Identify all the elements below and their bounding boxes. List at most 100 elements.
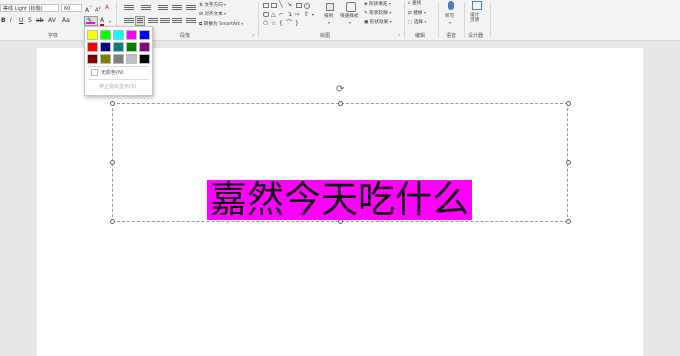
color-swatch[interactable] xyxy=(100,42,111,52)
textbox-shape-icon[interactable] xyxy=(263,3,269,8)
arrange-dropdown-icon: ▾ xyxy=(328,20,331,25)
smartart-button[interactable]: ⧉ 转换为 SmartArt ▾ xyxy=(199,21,243,28)
line-shape-icon[interactable]: ╲ xyxy=(279,1,283,9)
color-swatch[interactable] xyxy=(126,54,137,64)
resize-handle-top-left[interactable] xyxy=(110,101,115,106)
arrange-button[interactable]: 排列 ▾ xyxy=(323,2,339,32)
align-right-icon[interactable] xyxy=(148,18,158,25)
search-icon: ⌕ xyxy=(408,1,411,6)
increase-indent-icon[interactable] xyxy=(172,5,182,12)
font-size-combo[interactable]: 60 xyxy=(61,4,82,12)
resize-handle-top-right[interactable] xyxy=(566,101,571,106)
line-spacing-icon[interactable] xyxy=(186,5,196,12)
brace-right-shape-icon[interactable]: } xyxy=(295,20,299,28)
dictate-button[interactable]: 听写 ▾ xyxy=(444,1,460,29)
color-swatch[interactable] xyxy=(139,30,150,40)
square-shape-icon[interactable] xyxy=(296,3,302,8)
curve-shape-icon[interactable]: ⌒ xyxy=(286,20,292,28)
color-swatch[interactable] xyxy=(87,42,98,52)
effects-icon: ▣ xyxy=(364,20,369,25)
edit-group-label: 编辑 xyxy=(415,33,426,39)
align-text-button[interactable]: ⊟ 对齐文本 ▾ xyxy=(199,11,226,18)
grow-font-icon[interactable]: A^ xyxy=(85,4,92,15)
designer-button[interactable]: 设计 灵感 xyxy=(468,1,486,29)
dictate-dropdown-icon: ▾ xyxy=(449,20,452,25)
rotate-handle-icon[interactable]: ⟳ xyxy=(336,85,344,95)
quick-styles-button[interactable]: 快速样式 ▾ xyxy=(340,2,362,32)
select-label: 选择 xyxy=(413,20,424,25)
color-swatch[interactable] xyxy=(87,30,98,40)
highlight-color-bar xyxy=(86,22,95,24)
distributed-icon[interactable] xyxy=(172,18,182,25)
find-button[interactable]: ⌕ 查找 xyxy=(408,1,421,7)
highlight-button[interactable]: ✎ xyxy=(84,16,98,26)
resize-handle-bottom-right[interactable] xyxy=(566,219,571,224)
decrease-indent-icon[interactable] xyxy=(158,5,168,12)
color-swatch[interactable] xyxy=(113,30,124,40)
spacing-icon[interactable]: AV xyxy=(48,17,56,25)
more-shapes-icon[interactable]: ▾ xyxy=(312,11,314,19)
font-color-dropdown-icon[interactable]: ▾ xyxy=(109,18,111,26)
resize-handle-left[interactable] xyxy=(110,160,115,165)
justify-icon[interactable] xyxy=(160,18,170,25)
divider xyxy=(88,79,149,80)
select-icon: ⬚ xyxy=(408,20,413,25)
numbering-icon[interactable] xyxy=(141,5,151,12)
color-swatch[interactable] xyxy=(113,54,124,64)
color-swatch[interactable] xyxy=(113,42,124,52)
triangle-shape-icon[interactable]: △ xyxy=(271,11,276,19)
paragraph-group-label: 段落 xyxy=(180,33,191,39)
no-color-option[interactable]: 无颜色(N) xyxy=(91,69,124,76)
bold-icon[interactable]: B xyxy=(1,17,6,25)
drawing-launcher-icon[interactable]: ⌟ xyxy=(398,30,400,38)
clear-format-icon[interactable]: A xyxy=(105,4,109,12)
shape-fill-button[interactable]: ◈ 形状填充 ▾ xyxy=(364,1,391,8)
bullets-icon[interactable] xyxy=(124,5,134,12)
italic-icon[interactable]: I xyxy=(10,17,12,25)
shapes-gallery[interactable]: ╲ ↘ △ ⌐ ↴ ⇨ ⇧ ⬠ ☆ { ⌒ } ▾ xyxy=(262,1,318,30)
bend-shape-icon[interactable]: ↴ xyxy=(287,11,292,19)
pentagon-shape-icon[interactable]: ⬠ xyxy=(263,20,268,28)
rounded-rect-shape-icon[interactable] xyxy=(263,12,269,17)
paragraph-launcher-icon[interactable]: ⌟ xyxy=(252,30,254,38)
shape-outline-button[interactable]: ✎ 形状轮廓 ▾ xyxy=(364,10,391,17)
slide-headline[interactable]: 嘉然今天吃什么 xyxy=(207,180,472,220)
up-arrow-shape-icon[interactable]: ⇧ xyxy=(304,11,309,19)
color-swatch[interactable] xyxy=(100,30,111,40)
color-swatch[interactable] xyxy=(100,54,111,64)
strikethrough-icon[interactable]: ab xyxy=(36,17,44,25)
text-direction-button[interactable]: ⇅ 文字方向 ▾ xyxy=(199,2,226,9)
rect-shape-icon[interactable] xyxy=(271,3,277,8)
smartart-label: 转换为 SmartArt xyxy=(203,22,240,27)
resize-handle-bottom-left[interactable] xyxy=(110,219,115,224)
align-center-icon[interactable] xyxy=(135,16,145,26)
replace-label: 替换 xyxy=(413,11,423,16)
color-swatch[interactable] xyxy=(139,42,150,52)
columns-icon[interactable] xyxy=(186,18,196,25)
align-left-icon[interactable] xyxy=(124,18,134,25)
resize-handle-top[interactable] xyxy=(338,101,343,106)
brace-shape-icon[interactable]: { xyxy=(279,20,283,28)
circle-shape-icon[interactable] xyxy=(304,3,310,9)
star-shape-icon[interactable]: ☆ xyxy=(271,20,276,28)
select-button[interactable]: ⬚ 选择 ▾ xyxy=(408,19,427,26)
quick-styles-dropdown-icon: ▾ xyxy=(349,20,352,25)
corner-shape-icon[interactable]: ⌐ xyxy=(279,11,284,19)
align-text-label: 对齐文本 xyxy=(204,12,223,17)
shape-effects-button[interactable]: ▣ 形状效果 ▾ xyxy=(364,19,392,26)
color-swatch[interactable] xyxy=(87,54,98,64)
color-swatch[interactable] xyxy=(139,54,150,64)
font-name-combo[interactable]: 等线 Light (标题) xyxy=(0,4,59,12)
shadow-icon[interactable]: S xyxy=(28,17,32,25)
shrink-font-icon[interactable]: Av xyxy=(95,4,101,15)
arrow-shape-icon[interactable]: ↘ xyxy=(287,1,292,9)
underline-icon[interactable]: U xyxy=(19,17,23,25)
replace-button[interactable]: ⇄ 替换 ▾ xyxy=(408,10,426,17)
stop-highlight-option[interactable]: 停止突出显示(S) xyxy=(99,83,136,90)
color-swatch[interactable] xyxy=(126,30,137,40)
change-case-icon[interactable]: Aa xyxy=(62,17,70,25)
font-color-icon[interactable]: A xyxy=(100,17,105,26)
resize-handle-right[interactable] xyxy=(566,160,571,165)
right-arrow-shape-icon[interactable]: ⇨ xyxy=(295,11,300,19)
color-swatch[interactable] xyxy=(126,42,137,52)
